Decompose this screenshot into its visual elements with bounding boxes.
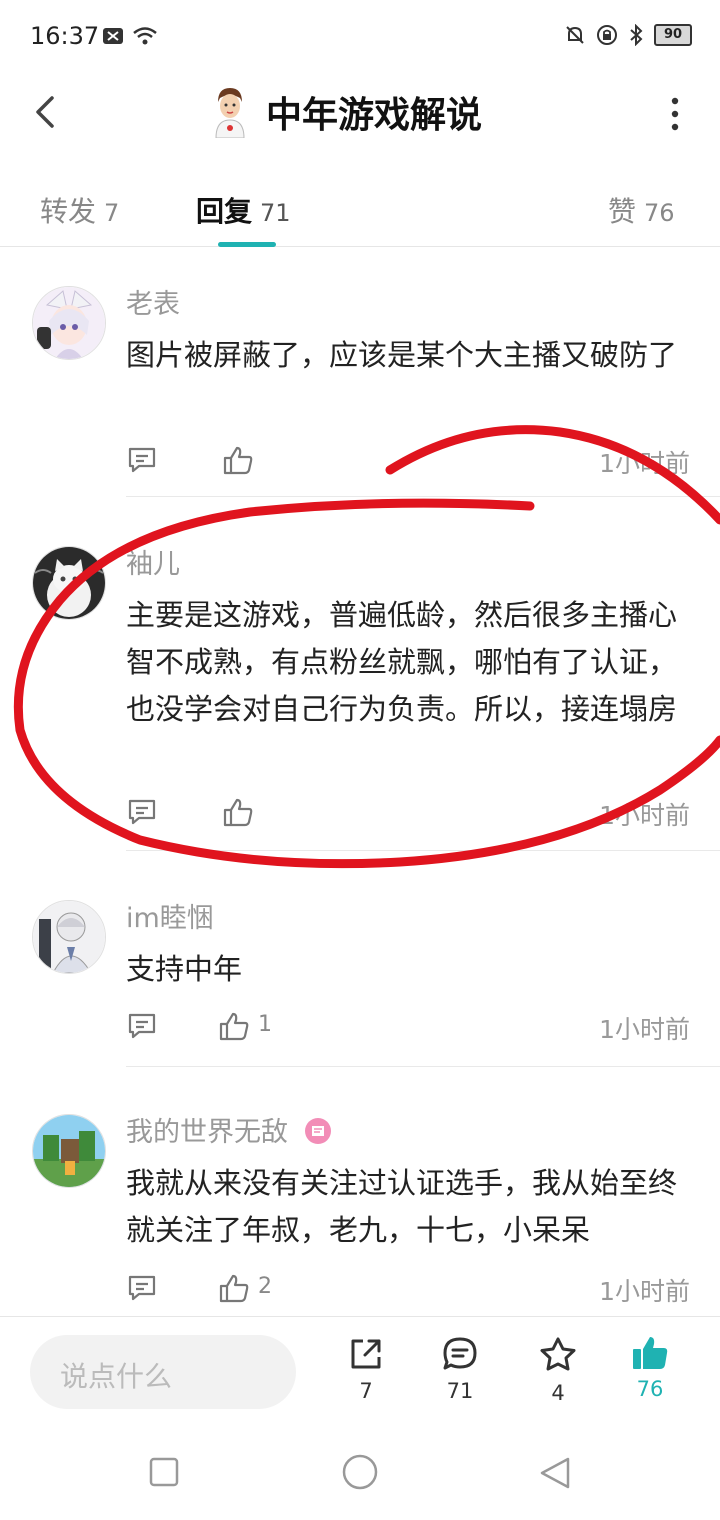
share-count: 7	[359, 1379, 373, 1403]
comment-author[interactable]: im睦悃	[126, 896, 214, 935]
lock-rotation-icon	[597, 25, 617, 45]
bluetooth-icon	[630, 24, 643, 46]
reply-icon[interactable]	[126, 444, 158, 476]
star-icon	[540, 1337, 576, 1371]
tab-replies[interactable]: 回复 71	[196, 190, 291, 230]
thumbs-up-icon[interactable]	[222, 444, 254, 476]
tab-bar: 转发 7 回复 71 赞 76	[0, 180, 720, 247]
like-count: 1	[258, 1012, 272, 1037]
recent-apps-icon[interactable]	[148, 1456, 180, 1488]
comment-count: 71	[446, 1379, 474, 1403]
thumbs-up-icon[interactable]	[218, 1272, 250, 1304]
comment-text: 我就从来没有关注过认证选手，我从始至终就关注了年叔，老九，十七，小呆呆	[126, 1166, 678, 1247]
favorite-count: 4	[551, 1381, 565, 1405]
thumbs-up-icon[interactable]	[222, 796, 254, 828]
comment-text: 图片被屏蔽了，应该是某个大主播又破防了	[126, 338, 678, 372]
wifi-icon	[133, 27, 157, 45]
reply-icon[interactable]	[126, 796, 158, 828]
page-title: 中年游戏解说	[266, 95, 483, 136]
comment-author[interactable]: 我的世界无敌	[126, 1110, 333, 1149]
notification-icon	[103, 28, 123, 44]
divider	[126, 496, 720, 497]
comment-author[interactable]: 袖儿	[126, 542, 180, 581]
comment-bubble-icon	[443, 1337, 477, 1370]
comment-button[interactable]: 71	[430, 1335, 490, 1403]
home-icon[interactable]	[340, 1452, 380, 1492]
reply-icon[interactable]	[126, 1272, 158, 1304]
back-arrow-icon[interactable]	[28, 92, 68, 132]
battery-indicator: 90	[654, 24, 692, 46]
comment-text: 主要是这游戏，普遍低龄，然后很多主播心智不成熟，有点粉丝就飘，哪怕有了认证，也没…	[126, 598, 678, 726]
tab-reposts[interactable]: 转发 7	[40, 190, 119, 230]
author-avatar[interactable]	[210, 86, 250, 138]
back-triangle-icon[interactable]	[538, 1456, 572, 1490]
avatar[interactable]	[32, 546, 106, 620]
share-icon	[351, 1339, 381, 1369]
comment-input-placeholder: 说点什么	[60, 1360, 173, 1393]
like-count: 2	[258, 1274, 272, 1299]
more-options-icon[interactable]	[670, 96, 680, 132]
favorite-button[interactable]: 4	[528, 1335, 588, 1405]
avatar[interactable]	[32, 900, 106, 974]
avatar[interactable]	[32, 286, 106, 360]
comment-time: 1小时前	[599, 449, 690, 478]
tab-likes[interactable]: 赞 76	[608, 190, 675, 230]
mute-bell-icon	[566, 26, 584, 44]
active-tab-indicator	[218, 242, 276, 247]
thumbs-up-icon[interactable]	[218, 1010, 250, 1042]
like-total: 76	[636, 1377, 664, 1401]
comment-time: 1小时前	[599, 801, 690, 830]
thumbs-up-filled-icon	[633, 1337, 668, 1369]
comment-input[interactable]: 说点什么	[30, 1335, 296, 1409]
comment-time: 1小时前	[599, 1277, 690, 1306]
comment-meta: 1小时前	[126, 444, 690, 484]
app-bar: 中年游戏解说	[0, 74, 720, 160]
like-button[interactable]: 76	[620, 1335, 680, 1401]
status-bar: 16:37 90	[0, 0, 720, 74]
divider	[126, 850, 720, 851]
comment-meta: 1小时前	[126, 796, 690, 836]
comment-author[interactable]: 老表	[126, 282, 180, 321]
avatar[interactable]	[32, 1114, 106, 1188]
comment-text: 支持中年	[126, 952, 243, 986]
divider	[126, 1066, 720, 1067]
comment-meta: 1 1小时前	[126, 1010, 690, 1050]
reply-icon[interactable]	[126, 1010, 158, 1042]
status-time: 16:37	[30, 22, 100, 50]
comment-meta: 2 1小时前	[126, 1272, 690, 1312]
bottom-action-bar: 说点什么 7 71 4 76	[0, 1316, 720, 1417]
comment-time: 1小时前	[599, 1015, 690, 1044]
level-badge-icon	[304, 1118, 331, 1144]
share-button[interactable]: 7	[336, 1335, 396, 1403]
system-nav-bar	[0, 1420, 720, 1520]
